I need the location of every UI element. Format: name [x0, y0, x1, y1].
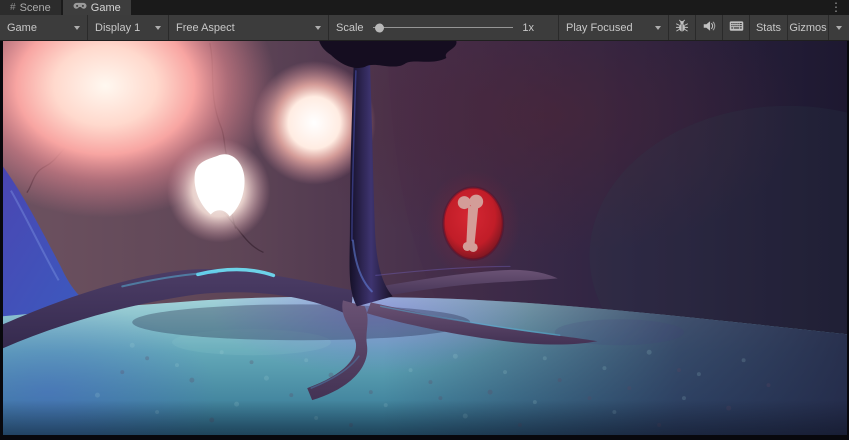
grid-icon: #: [10, 3, 16, 13]
frame-debugger-button[interactable]: [669, 15, 695, 40]
scale-slider-track[interactable]: [373, 27, 514, 28]
display-dropdown-label: Display 1: [95, 22, 140, 34]
scale-slider[interactable]: [373, 15, 514, 40]
scale-control: Scale 1x: [329, 15, 558, 40]
keyboard-icon: [729, 20, 744, 35]
chevron-down-icon: [655, 26, 661, 30]
chevron-down-icon: [74, 26, 80, 30]
bottom-vignette: [3, 400, 847, 435]
chevron-down-icon: [155, 26, 161, 30]
tab-game[interactable]: Game: [63, 0, 131, 15]
glow-opening-heart: [167, 139, 270, 243]
tab-scene-label: Scene: [20, 2, 51, 14]
red-membrane: [425, 171, 520, 279]
game-view-dropdown[interactable]: Game: [0, 15, 87, 40]
display-dropdown[interactable]: Display 1: [88, 15, 168, 40]
kebab-menu-icon[interactable]: ⋮: [830, 0, 842, 15]
play-focused-dropdown-label: Play Focused: [566, 22, 633, 34]
speaker-icon: [702, 19, 716, 36]
stats-button-label: Stats: [756, 22, 781, 34]
tab-game-label: Game: [91, 2, 121, 14]
gizmos-dropdown-label: Gizmos: [788, 15, 828, 40]
scale-knob[interactable]: [375, 23, 384, 32]
gamepad-icon: [73, 2, 87, 14]
stats-button[interactable]: Stats: [750, 15, 787, 40]
tab-scene[interactable]: # Scene: [0, 0, 61, 15]
chevron-down-icon: [315, 26, 321, 30]
view-tab-bar: # Scene Game ⋮: [0, 0, 849, 15]
aspect-ratio-dropdown-label: Free Aspect: [176, 22, 235, 34]
scale-value: 1x: [522, 22, 534, 34]
gizmos-arrow-segment[interactable]: [829, 15, 849, 40]
game-render: [3, 41, 847, 435]
scale-label: Scale: [336, 22, 364, 34]
aspect-ratio-dropdown[interactable]: Free Aspect: [169, 15, 328, 40]
game-view-dropdown-label: Game: [7, 22, 37, 34]
game-viewport[interactable]: [0, 41, 849, 440]
chevron-down-icon: [836, 26, 842, 30]
play-focused-dropdown[interactable]: Play Focused: [559, 15, 668, 40]
bug-icon: [675, 19, 689, 36]
gizmos-dropdown[interactable]: Gizmos: [788, 15, 849, 40]
virtual-keyboard-button[interactable]: [723, 15, 749, 40]
mute-audio-button[interactable]: [696, 15, 722, 40]
unity-game-view-window: # Scene Game ⋮ Game Display 1 Free Aspec…: [0, 0, 849, 440]
game-view-toolbar: Game Display 1 Free Aspect Scale 1x Play…: [0, 15, 849, 41]
